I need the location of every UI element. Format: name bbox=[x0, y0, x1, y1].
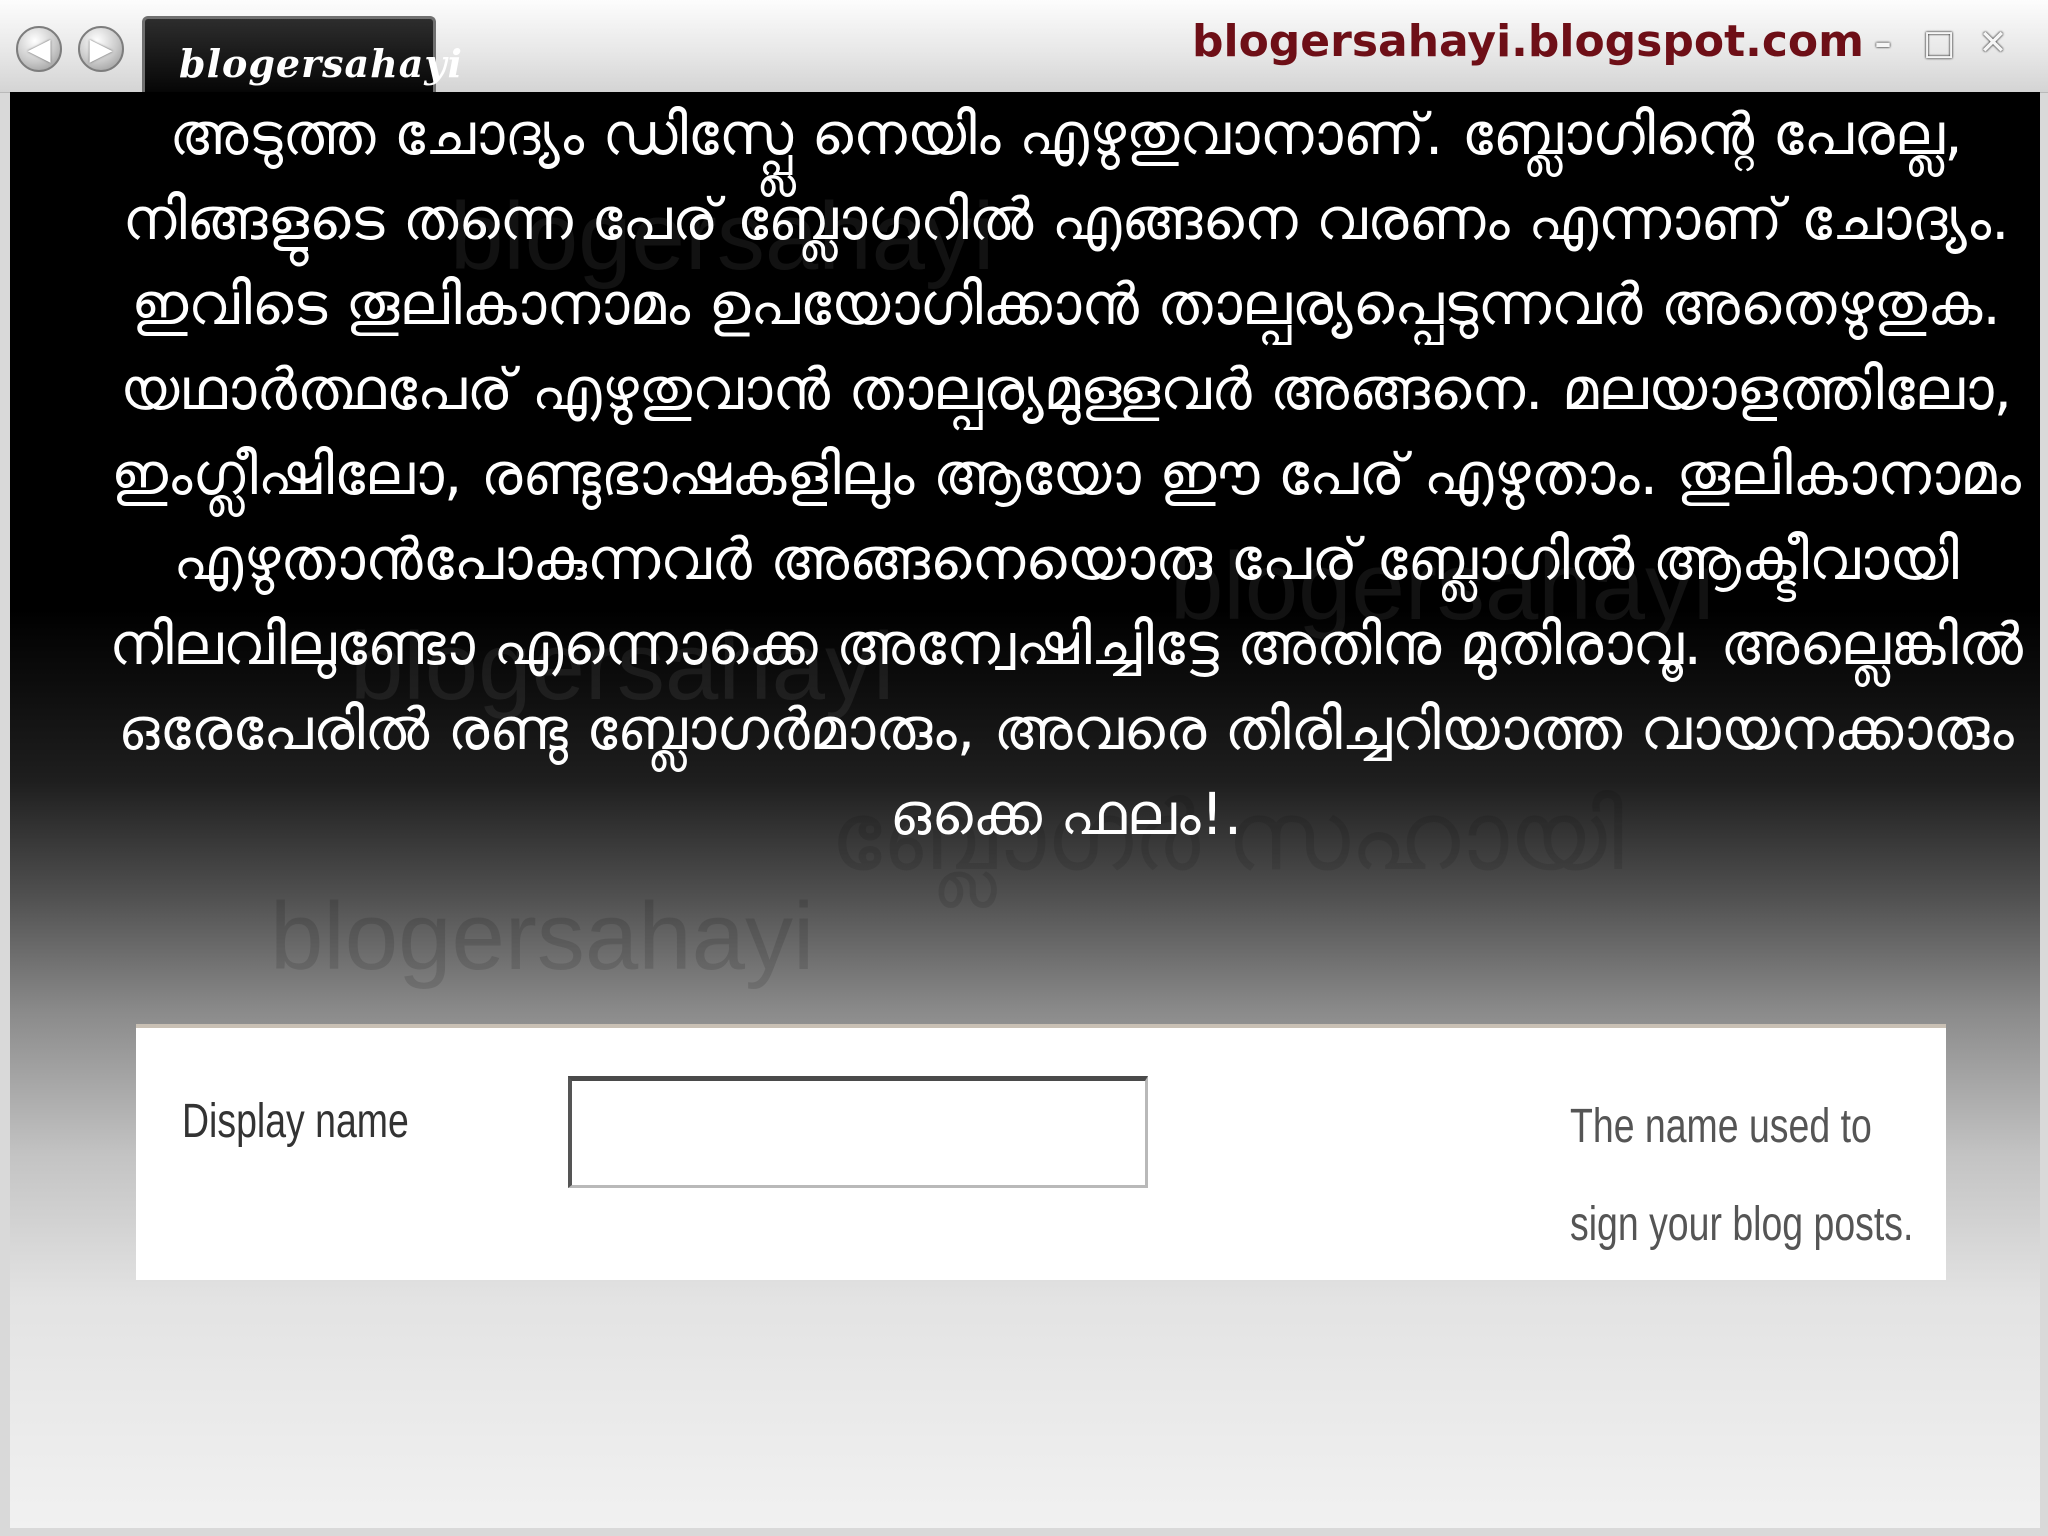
tab-blogersahayi[interactable]: blogersahayi bbox=[142, 16, 462, 94]
site-url: blogersahayi.blogspot.com bbox=[1192, 16, 1864, 67]
tab-label: blogersahayi bbox=[179, 41, 463, 86]
maximize-icon: □ bbox=[1922, 23, 1956, 63]
display-name-help-text: The name used to sign your blog posts. bbox=[1570, 1100, 1914, 1251]
content-area: blogersahayi blogersahayi blogersahayi b… bbox=[10, 92, 2040, 1528]
minimize-icon: – bbox=[1874, 23, 1892, 63]
close-button[interactable]: ✕ bbox=[1970, 20, 2016, 66]
instruction-paragraph: അടുത്ത ചോദ്യം ഡിസ്പ്ലേ നെയിം എഴുതുവാനാണ്… bbox=[109, 100, 2023, 848]
arrow-left-icon: ◀ bbox=[27, 31, 51, 67]
display-name-label: Display name bbox=[182, 1095, 409, 1148]
maximize-button[interactable]: □ bbox=[1916, 20, 1962, 66]
arrow-right-icon: ▶ bbox=[89, 31, 113, 67]
watermark: blogersahayi bbox=[270, 883, 815, 990]
display-name-input[interactable] bbox=[568, 1076, 1148, 1188]
title-bar: ◀ ▶ blogersahayi blogersahayi.blogspot.c… bbox=[0, 0, 2048, 94]
forward-button[interactable]: ▶ bbox=[78, 26, 124, 72]
close-icon: ✕ bbox=[1978, 23, 2008, 63]
display-name-form: Display name The name used to sign your … bbox=[136, 1024, 1946, 1280]
back-button[interactable]: ◀ bbox=[16, 26, 62, 72]
app-window: ◀ ▶ blogersahayi blogersahayi.blogspot.c… bbox=[0, 0, 2048, 1536]
minimize-button[interactable]: – bbox=[1860, 20, 1906, 66]
